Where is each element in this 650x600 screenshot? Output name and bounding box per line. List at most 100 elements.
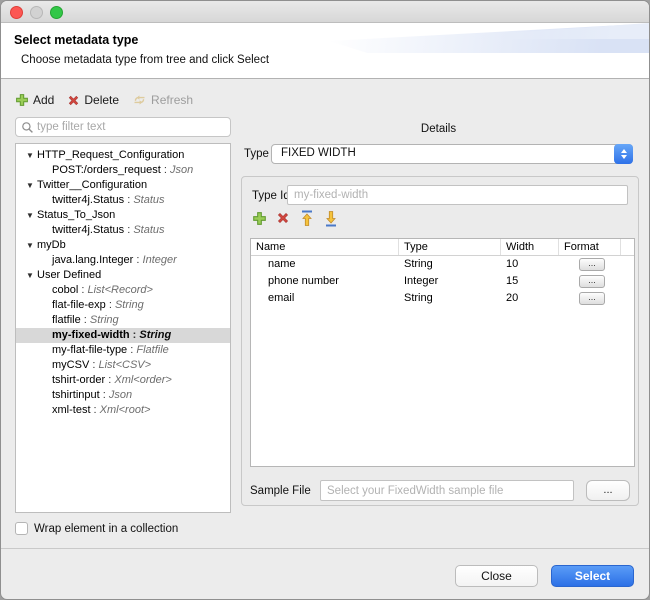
tree-item-label: flatfile xyxy=(52,314,81,326)
tree-item[interactable]: ▼ HTTP_Request_Configuration xyxy=(16,148,230,163)
table-row[interactable]: name String 10 ... xyxy=(251,256,634,273)
dropdown-stepper-icon[interactable] xyxy=(614,144,633,164)
tree-item[interactable]: twitter4j.Status : Status xyxy=(16,193,230,208)
window-titlebar[interactable] xyxy=(1,1,649,23)
browse-file-button[interactable]: ... xyxy=(586,480,630,501)
tree-item-selected[interactable]: my-fixed-width : String xyxy=(16,328,230,343)
format-ellipsis-button[interactable]: ... xyxy=(579,258,605,271)
table-row[interactable]: email String 20 ... xyxy=(251,290,634,307)
header-gradient-decoration xyxy=(469,23,649,39)
details-section-title: Details xyxy=(420,123,457,135)
tree-item-label: my-fixed-width xyxy=(52,329,130,341)
tree-item-separator: : xyxy=(129,329,140,341)
chevron-down-icon[interactable]: ▼ xyxy=(26,208,37,223)
column-header-filler xyxy=(621,239,634,255)
chevron-up-icon xyxy=(620,149,627,153)
table-row[interactable]: phone number Integer 15 ... xyxy=(251,273,634,290)
tree-item-type: String xyxy=(114,299,144,311)
type-dropdown[interactable]: FIXED WIDTH xyxy=(271,144,633,164)
tree-item-label: flat-file-exp xyxy=(52,299,106,311)
select-metadata-type-dialog: Select metadata type Choose metadata typ… xyxy=(0,0,650,600)
format-ellipsis-button[interactable]: ... xyxy=(579,292,605,305)
add-plus-icon xyxy=(15,93,29,107)
tree-item-type: Status xyxy=(133,224,165,236)
refresh-button[interactable]: Refresh xyxy=(132,93,193,107)
tree-item[interactable]: twitter4j.Status : Status xyxy=(16,223,230,238)
add-plus-icon xyxy=(252,211,266,225)
tree-item[interactable]: myCSV : List<CSV> xyxy=(16,358,230,373)
format-ellipsis-button[interactable]: ... xyxy=(579,275,605,288)
tree-item-separator: : xyxy=(105,374,115,386)
tree-item-separator: : xyxy=(90,404,100,416)
tree-item-type: Xml<order> xyxy=(114,374,172,386)
column-header-name[interactable]: Name xyxy=(251,239,399,255)
tree-item[interactable]: ▼ Twitter__Configuration xyxy=(16,178,230,193)
tree-item[interactable]: xml-test : Xml<root> xyxy=(16,403,230,418)
tree-item-label: twitter4j.Status xyxy=(52,224,125,236)
type-label: Type xyxy=(244,148,269,160)
tree-item-label: Twitter__Configuration xyxy=(37,179,148,191)
tree-filter-box xyxy=(15,117,231,137)
close-window-button[interactable] xyxy=(10,6,23,19)
move-field-down-button[interactable] xyxy=(323,209,339,227)
sample-file-label: Sample File xyxy=(250,485,311,497)
tree-item-label: Status_To_Json xyxy=(37,209,116,221)
tree-toolbar: Add Delete Refresh xyxy=(15,93,193,107)
move-field-up-button[interactable] xyxy=(299,209,315,227)
tree-item[interactable]: cobol : List<Record> xyxy=(16,283,230,298)
delete-button[interactable]: Delete xyxy=(67,93,119,107)
chevron-down-icon[interactable]: ▼ xyxy=(26,268,37,283)
page-subtitle: Choose metadata type from tree and click… xyxy=(21,54,270,66)
delete-x-icon xyxy=(67,94,80,107)
tree-item-label: java.lang.Integer xyxy=(52,254,134,266)
chevron-down-icon[interactable]: ▼ xyxy=(26,238,37,253)
tree-item-separator: : xyxy=(78,284,88,296)
tree-item-type: Xml<root> xyxy=(99,404,151,416)
chevron-down-icon[interactable]: ▼ xyxy=(26,148,37,163)
add-field-button[interactable] xyxy=(251,209,267,227)
cell-format: ... xyxy=(559,290,621,307)
tree-item[interactable]: flat-file-exp : String xyxy=(16,298,230,313)
chevron-down-icon[interactable]: ▼ xyxy=(26,178,37,193)
cell-format: ... xyxy=(559,273,621,290)
arrow-down-icon xyxy=(326,210,336,226)
tree-item-label: User Defined xyxy=(37,269,102,281)
tree-item[interactable]: my-flat-file-type : Flatfile xyxy=(16,343,230,358)
column-header-width[interactable]: Width xyxy=(501,239,559,255)
tree-item-label: my-flat-file-type xyxy=(52,344,128,356)
minimize-window-button[interactable] xyxy=(30,6,43,19)
type-id-input[interactable] xyxy=(287,185,628,205)
wrap-collection-checkbox[interactable] xyxy=(15,522,28,535)
tree-item-type: Json xyxy=(108,389,133,401)
tree-item[interactable]: flatfile : String xyxy=(16,313,230,328)
column-header-type[interactable]: Type xyxy=(399,239,501,255)
tree-item-label: myDb xyxy=(37,239,66,251)
tree-item[interactable]: tshirt-order : Xml<order> xyxy=(16,373,230,388)
column-header-format[interactable]: Format xyxy=(559,239,621,255)
field-actions-toolbar xyxy=(251,209,339,227)
add-button-label: Add xyxy=(33,93,55,107)
tree-item[interactable]: POST:/orders_request : Json xyxy=(16,163,230,178)
wrap-collection-label: Wrap element in a collection xyxy=(34,522,179,535)
filter-input[interactable] xyxy=(37,121,217,133)
select-button[interactable]: Select xyxy=(551,565,634,587)
fixed-width-details-group: Type Id N xyxy=(241,176,639,506)
chevron-down-icon xyxy=(620,155,627,159)
tree-item-type: List<Record> xyxy=(87,284,153,296)
tree-item-type: Json xyxy=(170,164,194,176)
tree-item[interactable]: tshirtinput : Json xyxy=(16,388,230,403)
tree-item-type: List<CSV> xyxy=(98,359,152,371)
tree-item[interactable]: java.lang.Integer : Integer xyxy=(16,253,230,268)
cell-type: String xyxy=(404,258,433,270)
close-button[interactable]: Close xyxy=(455,565,538,587)
zoom-window-button[interactable] xyxy=(50,6,63,19)
add-button[interactable]: Add xyxy=(15,93,54,107)
tree-item-label: POST:/orders_request xyxy=(52,164,161,176)
fields-table: Name Type Width Format name String 10 ..… xyxy=(250,238,635,467)
sample-file-input[interactable] xyxy=(320,480,574,501)
tree-item[interactable]: ▼ myDb xyxy=(16,238,230,253)
tree-item[interactable]: ▼ Status_To_Json xyxy=(16,208,230,223)
tree-item[interactable]: ▼ User Defined xyxy=(16,268,230,283)
tree-item-type: String xyxy=(89,314,119,326)
delete-field-button[interactable] xyxy=(275,209,291,227)
